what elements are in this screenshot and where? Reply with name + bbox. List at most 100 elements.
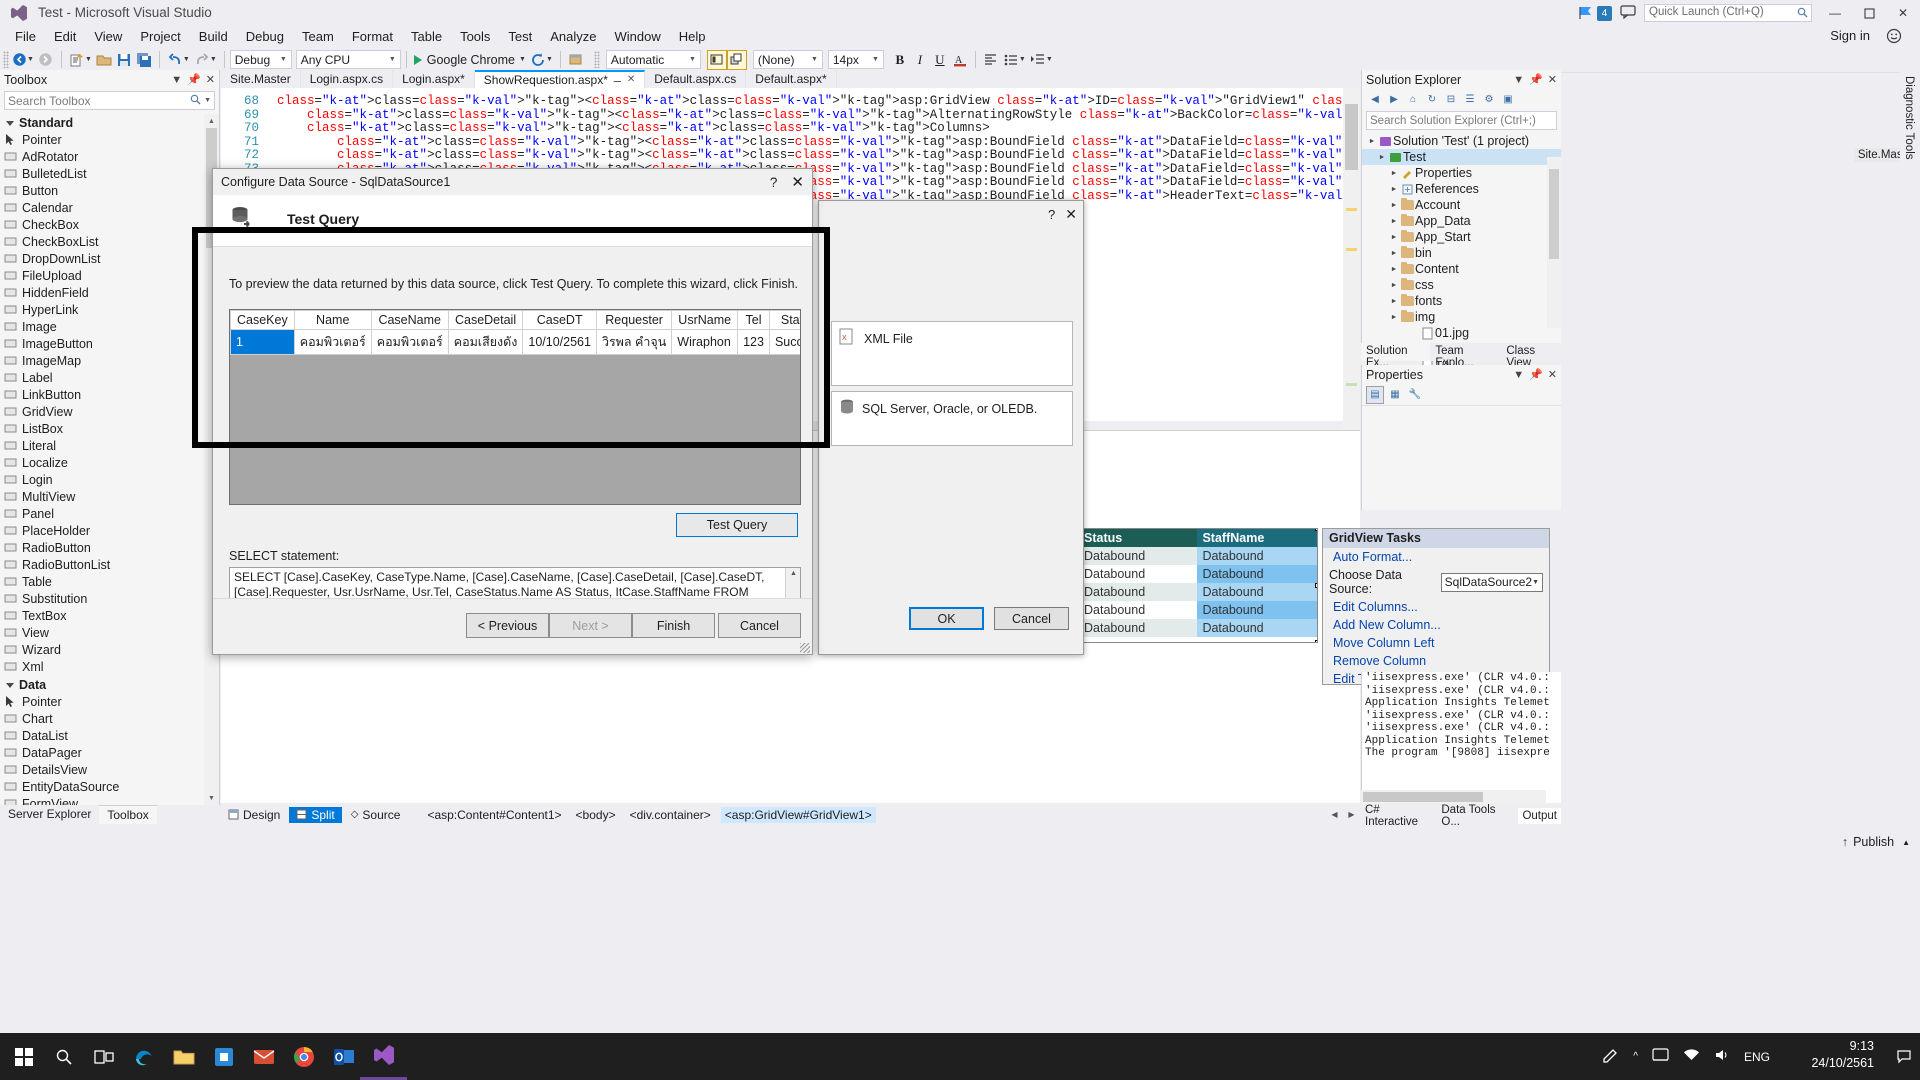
- xml-file-option-box[interactable]: X XML File: [831, 321, 1073, 386]
- toolbox-item-substitution[interactable]: Substitution: [0, 591, 205, 608]
- table-row[interactable]: Databound Databound: [1079, 601, 1317, 619]
- code-line[interactable]: class="k-at">class=class="k-val">"k-tag"…: [277, 108, 1360, 122]
- resize-grip[interactable]: [800, 643, 810, 653]
- table-row[interactable]: Databound Databound: [1079, 547, 1317, 565]
- toolbox-item-wizard[interactable]: Wizard: [0, 642, 205, 659]
- redo-icon[interactable]: [192, 50, 212, 70]
- toolbox-item-hiddenfield[interactable]: HiddenField: [0, 285, 205, 302]
- database-option-box[interactable]: SQL Server, Oracle, or OLEDB.: [831, 391, 1073, 446]
- close-icon[interactable]: ✕: [1548, 368, 1557, 381]
- network-icon[interactable]: [1683, 1048, 1700, 1065]
- code-line[interactable]: class="k-at">class=class="k-val">"k-tag"…: [277, 94, 1360, 108]
- indent-icon[interactable]: [1028, 50, 1048, 70]
- language-indicator[interactable]: ENG: [1744, 1050, 1770, 1064]
- expander-icon[interactable]: ►: [1388, 234, 1400, 241]
- expander-icon[interactable]: ►: [1388, 202, 1400, 209]
- new-project-dropdown-icon[interactable]: ▼: [85, 56, 92, 63]
- tab-server-explorer[interactable]: Server Explorer: [0, 805, 99, 824]
- bullets-dropdown-icon[interactable]: ▼: [1019, 56, 1026, 63]
- toolbox-item-placeholder[interactable]: PlaceHolder: [0, 523, 205, 540]
- close-icon[interactable]: ✕: [206, 73, 215, 86]
- output-panel[interactable]: 'iisexpress.exe' (CLR v4.0.:'iisexpress.…: [1361, 672, 1561, 803]
- properties-icon[interactable]: ⚙: [1481, 92, 1497, 108]
- split-view-button[interactable]: Split: [289, 806, 342, 823]
- scroll-right-icon[interactable]: ▶: [1343, 806, 1360, 823]
- tab-class-view[interactable]: Class View: [1501, 343, 1561, 369]
- column-header-casedetail[interactable]: CaseDetail: [447, 310, 524, 330]
- toolbox-item-adrotator[interactable]: AdRotator: [0, 149, 205, 166]
- show-all-files-icon[interactable]: ☰: [1462, 92, 1478, 108]
- solution-explorer-search-input[interactable]: Search Solution Explorer (Ctrl+;): [1366, 111, 1557, 130]
- menu-item-help[interactable]: Help: [670, 27, 715, 46]
- tab-data-tools-output[interactable]: Data Tools O...: [1437, 802, 1518, 830]
- menu-item-test[interactable]: Test: [499, 27, 541, 46]
- navigate-forward-icon[interactable]: [36, 50, 56, 70]
- tree-item-fonts[interactable]: ► fonts: [1362, 293, 1561, 309]
- expander-icon[interactable]: ►: [1388, 266, 1400, 273]
- edit-columns-link[interactable]: Edit Columns...: [1323, 598, 1549, 616]
- col-header-staffname[interactable]: StaffName: [1197, 529, 1317, 547]
- tab-diagnostic-tools[interactable]: Diagnostic Tools: [1900, 70, 1918, 166]
- toolbox-group-data[interactable]: Data: [0, 676, 205, 694]
- toolbox-item-datapager[interactable]: DataPager: [0, 745, 205, 762]
- code-line[interactable]: class="k-at">class=class="k-val">"k-tag"…: [277, 121, 990, 135]
- expander-icon[interactable]: ►: [1388, 314, 1400, 321]
- expander-icon[interactable]: ►: [1388, 218, 1400, 225]
- back-icon[interactable]: ◀: [1367, 92, 1383, 108]
- visual-studio-taskbar-icon[interactable]: [360, 1033, 407, 1080]
- menu-item-team[interactable]: Team: [293, 27, 343, 46]
- table-row[interactable]: Databound Databound: [1079, 583, 1317, 601]
- toolbox-search-input[interactable]: Search Toolbox ▼: [4, 91, 215, 110]
- open-file-icon[interactable]: [94, 50, 114, 70]
- toolbox-item-calendar[interactable]: Calendar: [0, 200, 205, 217]
- tab-toolbox[interactable]: Toolbox: [99, 805, 157, 824]
- pin-icon[interactable]: 📌: [187, 73, 201, 86]
- xml-file-option-row[interactable]: X XML File: [832, 322, 1072, 355]
- menu-item-view[interactable]: View: [85, 27, 131, 46]
- tree-item-css[interactable]: ► css: [1362, 277, 1561, 293]
- tree-item-references[interactable]: ► References: [1362, 181, 1561, 197]
- menu-item-table[interactable]: Table: [402, 27, 451, 46]
- toolbox-item-entitydatasource[interactable]: EntityDataSource: [0, 779, 205, 796]
- toolbox-item-login[interactable]: Login: [0, 472, 205, 489]
- finish-button[interactable]: Finish: [632, 613, 715, 638]
- navigate-backward-icon[interactable]: [9, 50, 29, 70]
- close-icon[interactable]: ✕: [627, 73, 635, 87]
- expander-icon[interactable]: ►: [1376, 154, 1388, 161]
- toolbox-item-linkbutton[interactable]: LinkButton: [0, 387, 205, 404]
- categorized-view-icon[interactable]: ▤: [1366, 385, 1384, 404]
- bullets-icon[interactable]: [1001, 50, 1021, 70]
- column-header-casename[interactable]: CaseName: [370, 310, 449, 330]
- scrollbar-thumb[interactable]: [1363, 792, 1483, 802]
- toolbox-item-chart[interactable]: Chart: [0, 711, 205, 728]
- toolbox-item-fileupload[interactable]: FileUpload: [0, 268, 205, 285]
- target-rule-icon[interactable]: [706, 49, 727, 70]
- tree-item-app-start[interactable]: ► App_Start: [1362, 229, 1561, 245]
- menu-item-format[interactable]: Format: [343, 27, 402, 46]
- quick-launch-input[interactable]: Quick Launch (Ctrl+Q): [1644, 4, 1812, 22]
- help-icon[interactable]: ?: [770, 175, 778, 190]
- tree-item-img-0[interactable]: 01.jpg: [1362, 325, 1561, 341]
- tree-item-account[interactable]: ► Account: [1362, 197, 1561, 213]
- editor-tab-login-aspx[interactable]: Login.aspx*: [393, 70, 475, 88]
- solution-configuration-select[interactable]: Debug ▼: [229, 50, 292, 69]
- toolbox-item-localize[interactable]: Localize: [0, 455, 205, 472]
- toolbox-item-datalist[interactable]: DataList: [0, 728, 205, 745]
- toolbox-item-table[interactable]: Table: [0, 574, 205, 591]
- editor-tab-login-cs[interactable]: Login.aspx.cs: [301, 70, 394, 88]
- choose-data-source-select[interactable]: SqlDataSource2 ▼: [1440, 572, 1543, 592]
- tab-output[interactable]: Output: [1518, 807, 1561, 824]
- block-format-select[interactable]: (None) ▼: [752, 50, 823, 69]
- new-style-icon[interactable]: [726, 49, 747, 70]
- code-line[interactable]: class="k-at">class=class="k-val">"k-tag"…: [277, 135, 1360, 149]
- breadcrumb-container[interactable]: <div.container>: [626, 807, 715, 823]
- table-row[interactable]: 1 คอมพิวเตอร์ คอมพิวเตอร์ คอมเสียงดัง 10/10/…: [230, 329, 800, 355]
- refresh-dropdown-icon[interactable]: ▼: [546, 56, 553, 63]
- scroll-left-icon[interactable]: ◀: [1326, 806, 1343, 823]
- preview-icon[interactable]: ▣: [1500, 92, 1516, 108]
- code-line[interactable]: class="k-at">class=class="k-val">"k-tag"…: [277, 148, 1360, 162]
- expander-icon[interactable]: ►: [1388, 282, 1400, 289]
- forward-icon[interactable]: ▶: [1386, 92, 1402, 108]
- menu-item-analyze[interactable]: Analyze: [541, 27, 605, 46]
- minimize-button[interactable]: —: [1818, 0, 1852, 26]
